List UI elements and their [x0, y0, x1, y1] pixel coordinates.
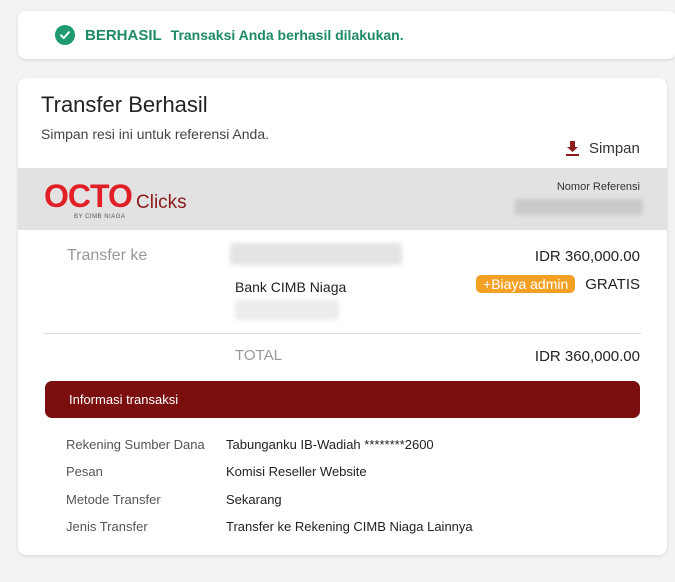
- info-row: Metode Transfer Sekarang: [66, 490, 626, 517]
- info-key: Rekening Sumber Dana: [66, 437, 205, 452]
- status-message: Transaksi Anda berhasil dilakukan.: [170, 27, 404, 43]
- info-value: Transfer ke Rekening CIMB Niaga Lainnya: [226, 518, 473, 534]
- total-value: IDR 360,000.00: [534, 348, 640, 365]
- check-circle-icon: [55, 25, 75, 45]
- logo-product: Clicks: [136, 192, 187, 213]
- receipt-card: Transfer Berhasil Simpan resi ini untuk …: [18, 78, 667, 555]
- transfer-to-label: Transfer ke: [67, 247, 148, 264]
- reference-label: Nomor Referensi: [556, 181, 640, 193]
- info-key: Jenis Transfer: [66, 518, 148, 534]
- save-button[interactable]: Simpan: [566, 140, 640, 157]
- status-label: BERHASIL: [85, 26, 162, 44]
- success-banner: BERHASIL Transaksi Anda berhasil dilakuk…: [18, 11, 675, 59]
- reference-number-redacted: [515, 199, 643, 215]
- recipient-bank: Bank CIMB Niaga: [235, 279, 347, 295]
- info-value: Sekarang: [226, 491, 282, 507]
- transaction-info-header: Informasi transaksi: [45, 381, 640, 418]
- receipt-header-strip: OCTO Clicks BY CIMB NIAGA Nomor Referens…: [18, 168, 667, 230]
- admin-fee-badge: +Biaya admin: [476, 275, 576, 293]
- admin-fee-value: GRATIS: [585, 275, 640, 293]
- info-row: Pesan Komisi Reseller Website: [66, 462, 626, 489]
- info-key: Pesan: [66, 464, 103, 480]
- transaction-info-title: Informasi transaksi: [69, 392, 179, 407]
- total-label: TOTAL: [235, 347, 282, 364]
- info-value: Tabunganku IB-Wadiah ********2600: [226, 437, 434, 452]
- octo-clicks-logo: OCTO Clicks BY CIMB NIAGA: [44, 180, 194, 224]
- fee-row: +Biaya admin GRATIS: [476, 275, 640, 293]
- info-row: Rekening Sumber Dana Tabunganku IB-Wadia…: [66, 435, 626, 462]
- page-subtitle: Simpan resi ini untuk referensi Anda.: [41, 126, 270, 142]
- transfer-amount: IDR 360,000.00: [534, 248, 640, 265]
- download-icon: [566, 141, 579, 156]
- logo-brand: OCTO: [44, 178, 133, 214]
- logo-byline: BY CIMB NIAGA: [74, 214, 126, 220]
- page-title: Transfer Berhasil: [41, 92, 208, 117]
- transaction-info-table: Rekening Sumber Dana Tabunganku IB-Wadia…: [66, 435, 626, 544]
- info-key: Metode Transfer: [66, 491, 161, 507]
- info-value: Komisi Reseller Website: [226, 464, 367, 480]
- recipient-account-redacted: [235, 300, 339, 320]
- recipient-name-redacted: [230, 243, 402, 265]
- info-row: Jenis Transfer Transfer ke Rekening CIMB…: [66, 517, 626, 544]
- divider: [44, 333, 641, 334]
- save-label: Simpan: [589, 140, 640, 157]
